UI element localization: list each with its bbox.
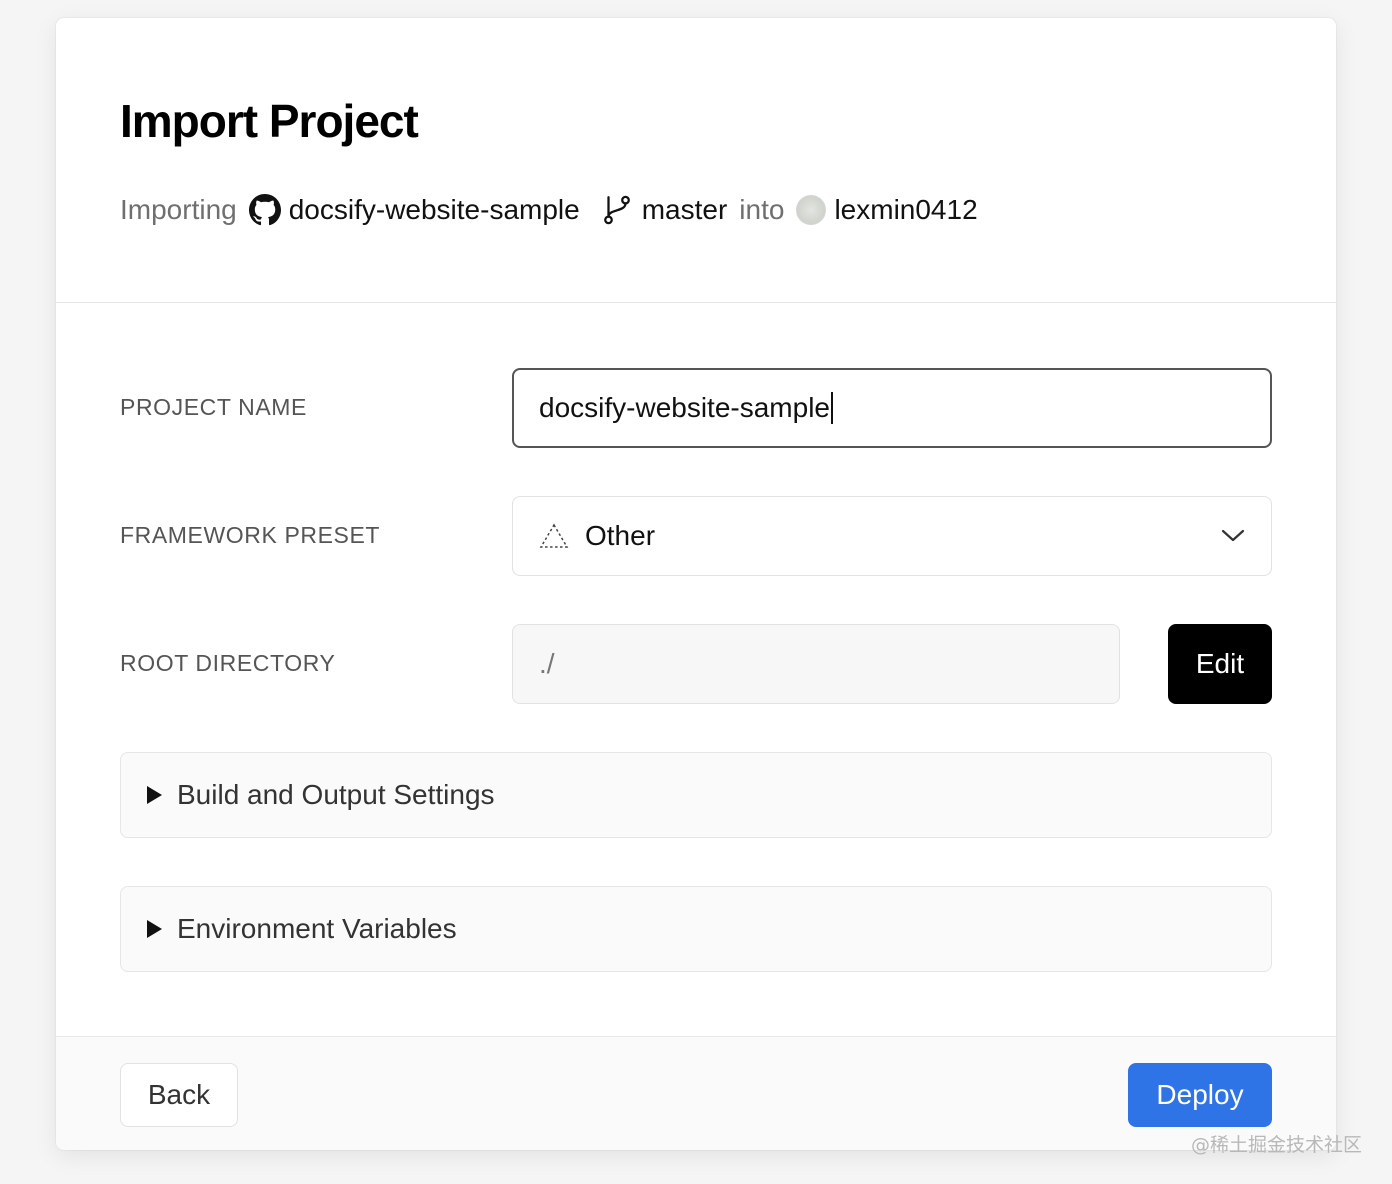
into-label: into [739, 194, 785, 225]
header-divider [56, 302, 1336, 303]
framework-preset-value: Other [585, 520, 656, 551]
expand-triangle-icon [147, 920, 162, 938]
project-name-value: docsify-website-sample [539, 392, 830, 423]
environment-variables-toggle[interactable]: Environment Variables [120, 886, 1272, 972]
git-branch-icon [600, 193, 634, 227]
build-output-settings-label: Build and Output Settings [177, 779, 495, 810]
branch-name: master [641, 194, 728, 225]
back-button[interactable]: Back [120, 1063, 238, 1127]
import-summary: Importing docsify-website-sample master … [120, 190, 978, 230]
github-icon [248, 194, 281, 226]
text-caret [831, 392, 833, 424]
import-project-card: Import Project Importing docsify-website… [56, 18, 1336, 1150]
root-directory-value: ./ [539, 648, 555, 679]
project-name-input[interactable]: docsify-website-sample [512, 368, 1272, 448]
card-footer: Back Deploy [56, 1036, 1336, 1150]
edit-root-directory-button[interactable]: Edit [1168, 624, 1272, 704]
importing-label: Importing [120, 194, 237, 225]
import-header: Import Project Importing docsify-website… [56, 18, 1336, 303]
deploy-button[interactable]: Deploy [1128, 1063, 1272, 1127]
repo-name: docsify-website-sample [288, 194, 580, 225]
root-directory-input: ./ [512, 624, 1120, 704]
account-name: lexmin0412 [834, 194, 978, 225]
project-name-label: PROJECT NAME [120, 394, 307, 420]
chevron-down-icon [1221, 529, 1245, 543]
build-output-settings-toggle[interactable]: Build and Output Settings [120, 752, 1272, 838]
framework-preset-select[interactable]: Other [512, 496, 1272, 576]
framework-preset-label: FRAMEWORK PRESET [120, 522, 381, 548]
dashed-triangle-icon [539, 523, 569, 549]
expand-triangle-icon [147, 786, 162, 804]
page-title: Import Project [120, 95, 419, 147]
account-avatar [796, 195, 827, 225]
watermark: @稀土掘金技术社区 [1190, 1134, 1362, 1156]
root-directory-label: ROOT DIRECTORY [120, 650, 336, 676]
environment-variables-label: Environment Variables [177, 913, 457, 944]
